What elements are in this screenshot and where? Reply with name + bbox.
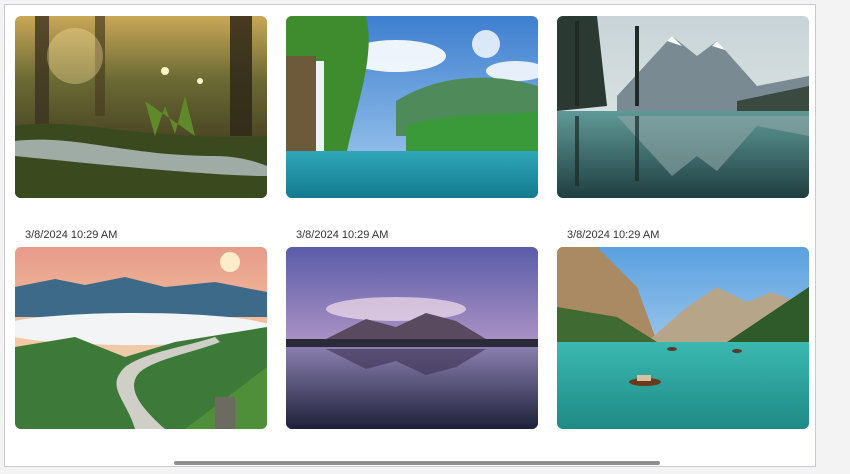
photo-forest-stream[interactable]	[15, 16, 267, 198]
mountain-lake-reflection-image	[557, 16, 809, 198]
forest-stream-image	[15, 16, 267, 198]
photo-timestamp: 3/8/2024 10:29 AM	[296, 229, 389, 241]
misty-mountain-road-image	[15, 247, 267, 429]
photo-gallery-panel: 3/8/2024 10:29 AM 3/8/2024 10:29 AM 3/8/…	[4, 4, 816, 467]
photo-beach-mountain-sunset[interactable]	[286, 247, 538, 429]
horizontal-scrollbar[interactable]	[11, 459, 809, 466]
photo-timestamp: 3/8/2024 10:29 AM	[567, 229, 660, 241]
photo-alpine-lake-boat[interactable]	[557, 247, 809, 429]
photo-timestamp: 3/8/2024 10:29 AM	[25, 229, 118, 241]
alpine-lake-boat-image	[557, 247, 809, 429]
photo-waterfall-lagoon[interactable]	[286, 16, 538, 198]
photo-mountain-lake-reflection[interactable]	[557, 16, 809, 198]
waterfall-lagoon-image	[286, 16, 538, 198]
beach-mountain-sunset-image	[286, 247, 538, 429]
photo-misty-mountain-road[interactable]	[15, 247, 267, 429]
scrollbar-thumb[interactable]	[174, 461, 660, 465]
